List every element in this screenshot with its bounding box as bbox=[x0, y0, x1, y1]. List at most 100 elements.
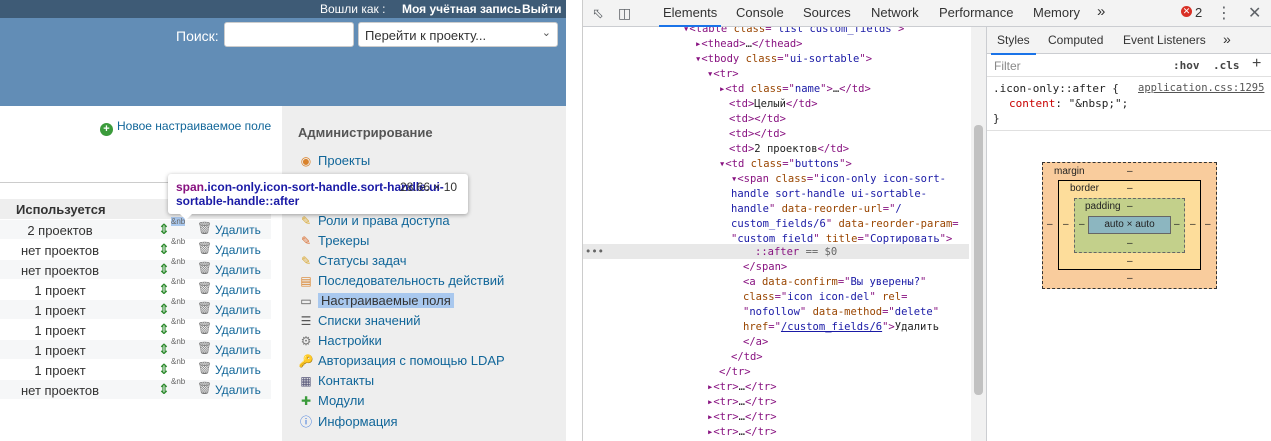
dom-node-td[interactable]: <td></td> bbox=[729, 127, 786, 142]
new-custom-field-link[interactable]: + Новое настраиваемое поле bbox=[100, 119, 271, 136]
sidebar-item-ldap[interactable]: 🔑 Авторизация с помощью LDAP bbox=[298, 353, 563, 373]
sidebar-item-settings[interactable]: ⚙ Настройки bbox=[298, 333, 563, 353]
tab-computed[interactable]: Computed bbox=[1048, 33, 1103, 47]
new-rule-icon[interactable]: + bbox=[1252, 55, 1261, 73]
dom-tree-scrollbar[interactable] bbox=[971, 27, 986, 441]
delete-link[interactable]: Удалить bbox=[215, 283, 261, 297]
padding-bottom-value: – bbox=[1127, 238, 1133, 249]
close-icon[interactable]: ✕ bbox=[1248, 3, 1261, 23]
tab-event-listeners[interactable]: Event Listeners bbox=[1123, 33, 1206, 47]
more-tabs-chevron[interactable]: » bbox=[1223, 31, 1231, 47]
css-declaration[interactable]: content: "&nbsp;"; bbox=[993, 96, 1267, 111]
dom-node-tr-close[interactable]: </tr> bbox=[719, 365, 751, 380]
delete-link[interactable]: Удалить bbox=[215, 383, 261, 397]
border-left-value: – bbox=[1063, 219, 1069, 230]
dom-node-a-cont[interactable]: "nofollow" data-method="delete" bbox=[743, 305, 939, 320]
dom-node-td-name[interactable]: ▸<td class="name">…</td> bbox=[719, 82, 871, 97]
sort-handle-icon[interactable]: ⇕ bbox=[158, 221, 170, 238]
dom-node-span[interactable]: ▾<span class="icon-only icon-sort- bbox=[731, 172, 946, 187]
tab-styles[interactable]: Styles bbox=[991, 33, 1036, 55]
delete-link[interactable]: Удалить bbox=[215, 303, 261, 317]
sort-handle-icon[interactable]: ⇕ bbox=[158, 281, 170, 298]
dom-node-tr[interactable]: ▾<tr> bbox=[707, 67, 739, 82]
sidebar-item-trackers[interactable]: ✎ Трекеры bbox=[298, 233, 563, 253]
my-account-link[interactable]: Моя учётная запись bbox=[402, 2, 521, 16]
delete-link[interactable]: Удалить bbox=[215, 323, 261, 337]
sidebar-item-issue-statuses[interactable]: ✎ Статусы задач bbox=[298, 253, 563, 273]
sidebar-item-custom-fields[interactable]: ▭ Настраиваемые поля bbox=[298, 293, 563, 313]
trash-icon: 🗑 bbox=[197, 261, 213, 275]
dom-node-tbody[interactable]: ▾<tbody class="ui-sortable"> bbox=[695, 52, 872, 67]
sort-handle-icon[interactable]: ⇕ bbox=[158, 241, 170, 258]
css-source-link[interactable]: application.css:1295 bbox=[1138, 81, 1264, 96]
device-toolbar-icon[interactable]: ◫ bbox=[618, 5, 631, 22]
delete-link[interactable]: Удалить bbox=[215, 223, 261, 237]
dom-node-span-cont[interactable]: handle" data-reorder-url="/ bbox=[731, 202, 902, 217]
delete-link[interactable]: Удалить bbox=[215, 363, 261, 377]
sidebar-item-info[interactable]: ⓘ Информация bbox=[298, 413, 563, 433]
dom-node-span-cont[interactable]: custom_fields/6" data-reorder-param= bbox=[731, 217, 959, 232]
dom-node-table[interactable]: ▾<table class="list custom_fields"> bbox=[683, 27, 904, 37]
css-rule[interactable]: .icon-only::after { application.css:1295… bbox=[987, 79, 1271, 131]
ellipsis-icon[interactable]: ••• bbox=[585, 245, 604, 260]
sort-handle-icon[interactable]: ⇕ bbox=[158, 261, 170, 278]
nbsp-pseudo-text: &nb bbox=[171, 237, 186, 246]
dom-node-a-cont[interactable]: class="icon icon-del" rel= bbox=[743, 290, 907, 305]
dom-node-thead[interactable]: ▸<thead>…</thead> bbox=[695, 37, 802, 52]
sidebar-item-workflows[interactable]: ▤ Последовательность действий bbox=[298, 273, 563, 293]
projects-count: 1 проект bbox=[34, 303, 86, 318]
sidebar-item-plugins[interactable]: ✚ Модули bbox=[298, 393, 563, 413]
dom-node-td-buttons[interactable]: ▾<td class="buttons"> bbox=[719, 157, 852, 172]
sort-handle-icon[interactable]: ⇕ bbox=[158, 301, 170, 318]
sort-handle-icon[interactable]: ⇕ bbox=[158, 341, 170, 358]
more-tabs-chevron[interactable]: » bbox=[1097, 3, 1105, 20]
kebab-menu-icon[interactable]: ⋮ bbox=[1216, 3, 1232, 23]
dom-node-td[interactable]: <td></td> bbox=[729, 112, 786, 127]
dom-node-td[interactable]: <td>Целый</td> bbox=[729, 97, 818, 112]
logout-link[interactable]: Выйти bbox=[522, 2, 562, 16]
dom-node-tr-collapsed[interactable]: ▸<tr>…</tr> bbox=[707, 395, 777, 410]
delete-link[interactable]: Удалить bbox=[215, 343, 261, 357]
dom-node-span-close[interactable]: </span> bbox=[743, 260, 787, 275]
sidebar-item-roles[interactable]: ✎ Роли и права доступа bbox=[298, 213, 563, 233]
inspect-element-icon[interactable]: ⬁ bbox=[592, 5, 604, 22]
search-input[interactable] bbox=[224, 22, 354, 47]
tab-sources[interactable]: Sources bbox=[803, 5, 851, 20]
tab-elements[interactable]: Elements bbox=[658, 5, 722, 27]
delete-link[interactable]: Удалить bbox=[215, 263, 261, 277]
dom-node-td[interactable]: <td>2 проектов</td> bbox=[729, 142, 849, 157]
nbsp-pseudo-text: &nb bbox=[171, 297, 186, 306]
sort-handle-icon[interactable]: ⇕ bbox=[158, 361, 170, 378]
dom-node-td-close[interactable]: </td> bbox=[731, 350, 763, 365]
dom-node-after-pseudo[interactable]: ::after == $0 bbox=[755, 245, 837, 260]
table-row: 1 проект ⇕ &nb 🗑 Удалить bbox=[0, 297, 271, 320]
sort-handle-icon[interactable]: ⇕ bbox=[158, 321, 170, 338]
dom-node-a[interactable]: <a data-confirm="Вы уверены?" bbox=[743, 275, 926, 290]
dom-node-tr-collapsed[interactable]: ▸<tr>…</tr> bbox=[707, 380, 777, 395]
error-icon[interactable]: ✕ bbox=[1181, 6, 1192, 17]
filter-input[interactable]: Filter bbox=[994, 59, 1021, 73]
tab-network[interactable]: Network bbox=[871, 5, 919, 20]
settings-icon: ⚙ bbox=[300, 334, 312, 348]
sidebar-item-projects[interactable]: ◉ Проекты bbox=[298, 153, 563, 173]
tab-memory[interactable]: Memory bbox=[1033, 5, 1080, 20]
dom-node-a-close[interactable]: </a> bbox=[743, 335, 768, 350]
hover-state-toggle[interactable]: :hov bbox=[1173, 59, 1200, 72]
scrollbar-thumb[interactable] bbox=[974, 125, 983, 395]
dom-node-tr-collapsed[interactable]: ▸<tr>…</tr> bbox=[707, 425, 777, 440]
dom-node-a-cont[interactable]: href="/custom_fields/6">Удалить bbox=[743, 320, 939, 335]
dom-tree[interactable]: ▾<table class="list custom_fields"> ▸<th… bbox=[583, 27, 971, 441]
tab-performance[interactable]: Performance bbox=[939, 5, 1013, 20]
info-icon: ⓘ bbox=[299, 415, 312, 429]
dom-node-tr-collapsed[interactable]: ▸<tr>…</tr> bbox=[707, 410, 777, 425]
project-jump-select[interactable]: Перейти к проекту... ⌄ bbox=[358, 22, 558, 47]
nbsp-pseudo-text: &nb bbox=[171, 357, 186, 366]
sidebar-item-contacts[interactable]: ▦ Контакты bbox=[298, 373, 563, 393]
sidebar-item-enumerations[interactable]: ☰ Списки значений bbox=[298, 313, 563, 333]
sort-handle-icon[interactable]: ⇕ bbox=[158, 381, 170, 398]
delete-link[interactable]: Удалить bbox=[215, 243, 261, 257]
tab-console[interactable]: Console bbox=[736, 5, 784, 20]
dom-node-span-cont[interactable]: handle sort-handle ui-sortable- bbox=[731, 187, 927, 202]
projects-count: 2 проектов bbox=[27, 223, 93, 238]
class-toggle[interactable]: .cls bbox=[1213, 59, 1240, 72]
